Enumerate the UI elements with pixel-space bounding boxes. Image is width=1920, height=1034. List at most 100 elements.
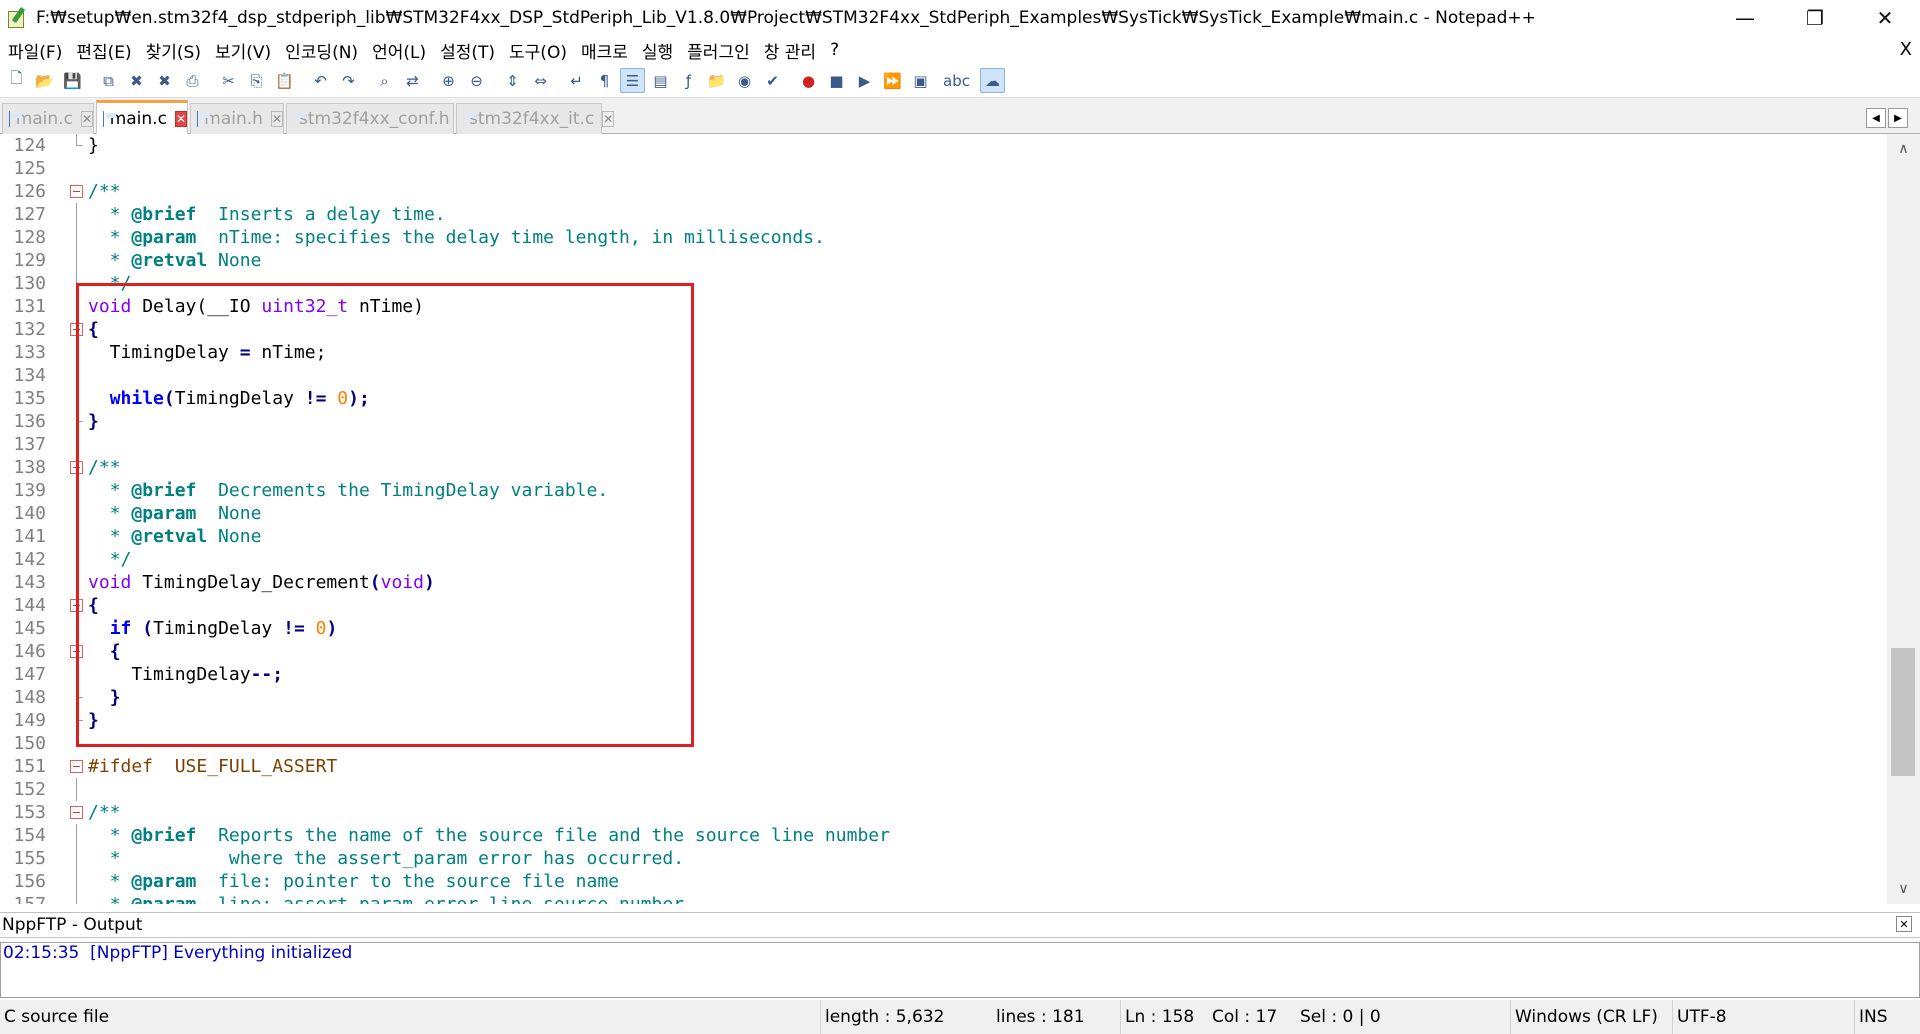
tab-scroll-left-button[interactable]: ◀	[1866, 108, 1886, 128]
code-line[interactable]: 141 * @retval None	[0, 525, 1887, 548]
code-line[interactable]: 127 * @brief Inserts a delay time.	[0, 203, 1887, 226]
zoom-out-icon[interactable]: ⊖	[464, 68, 489, 93]
code-line[interactable]: 129 * @retval None	[0, 249, 1887, 272]
fold-marker[interactable]	[70, 640, 84, 663]
output-panel-close-button[interactable]: ✕	[1896, 916, 1912, 932]
fold-marker[interactable]	[70, 456, 84, 479]
tab-scroll-right-button[interactable]: ▶	[1888, 108, 1908, 128]
code-line[interactable]: 149}	[0, 709, 1887, 732]
close-window-button[interactable]: ✕	[1850, 0, 1920, 36]
scrollbar-thumb[interactable]	[1891, 648, 1915, 776]
menu-item-11[interactable]: 창 관리	[756, 38, 822, 63]
spell-check-icon[interactable]: ✔	[760, 68, 785, 93]
menu-item-8[interactable]: 매크로	[573, 38, 634, 63]
record-macro-icon[interactable]: ●	[796, 68, 821, 93]
menu-item-1[interactable]: 편집(E)	[68, 38, 137, 63]
zoom-in-icon[interactable]: ⊕	[436, 68, 461, 93]
code-line[interactable]: 147 TimingDelay--;	[0, 663, 1887, 686]
save-all-icon[interactable]: ⧉	[96, 68, 121, 93]
tab-0[interactable]: main.c ✕	[2, 103, 94, 134]
fold-marker[interactable]	[70, 318, 84, 341]
code-line[interactable]: 134	[0, 364, 1887, 387]
redo-icon[interactable]: ↷	[336, 68, 361, 93]
fold-marker[interactable]	[70, 180, 84, 203]
tab-1[interactable]: main.c ✕	[96, 100, 188, 134]
close-icon[interactable]: ✖	[124, 68, 149, 93]
status-encoding[interactable]: UTF-8	[1672, 1000, 1727, 1034]
code-line[interactable]: 137	[0, 433, 1887, 456]
menu-item-7[interactable]: 도구(O)	[501, 38, 573, 63]
close-all-icon[interactable]: ✖	[152, 68, 177, 93]
abc-icon[interactable]: abc	[943, 68, 970, 93]
word-wrap-icon[interactable]: ↵	[564, 68, 589, 93]
monitoring-icon[interactable]: ◉	[732, 68, 757, 93]
menu-item-12[interactable]: ?	[822, 40, 845, 60]
ftp-icon[interactable]: ☁	[980, 68, 1005, 93]
code-line[interactable]: 157 * @param line: assert_param error li…	[0, 893, 1887, 904]
vertical-scrollbar[interactable]: ∧ ∨	[1887, 134, 1920, 904]
replace-icon[interactable]: ⇄	[400, 68, 425, 93]
scroll-up-button[interactable]: ∧	[1887, 134, 1920, 164]
code-line[interactable]: 131 void Delay(__IO uint32_t nTime)	[0, 295, 1887, 318]
sync-vertical-icon[interactable]: ⇕	[500, 68, 525, 93]
code-line[interactable]: 139 * @brief Decrements the TimingDelay …	[0, 479, 1887, 502]
play-macro-icon[interactable]: ▶	[852, 68, 877, 93]
code-line[interactable]: 136}	[0, 410, 1887, 433]
code-line[interactable]: 155 * where the assert_param error has o…	[0, 847, 1887, 870]
menu-item-3[interactable]: 보기(V)	[207, 38, 277, 63]
code-line[interactable]: 156 * @param file: pointer to the source…	[0, 870, 1887, 893]
code-line[interactable]: 138 /**	[0, 456, 1887, 479]
status-eol-format[interactable]: Windows (CR LF)	[1510, 1000, 1658, 1034]
save-icon[interactable]: 💾	[60, 68, 85, 93]
code-line[interactable]: 154 * @brief Reports the name of the sou…	[0, 824, 1887, 847]
stop-macro-icon[interactable]: ■	[824, 68, 849, 93]
status-insert-mode[interactable]: INS	[1854, 1000, 1888, 1034]
fold-marker[interactable]	[70, 755, 84, 778]
code-editor[interactable]: 124} 125 126/** 127 * @brief Inserts a dela…	[0, 134, 1887, 904]
menu-item-4[interactable]: 인코딩(N)	[277, 38, 364, 63]
menu-item-6[interactable]: 설정(T)	[432, 38, 501, 63]
tab-3[interactable]: stm32f4xx_conf.h✕	[286, 103, 470, 134]
document-map-icon[interactable]: ▤	[648, 68, 673, 93]
code-line[interactable]: 126 /**	[0, 180, 1887, 203]
paste-icon[interactable]: 📋	[272, 68, 297, 93]
tab-2[interactable]: main.h ✕	[190, 103, 284, 134]
close-tab-icon[interactable]: ✕	[270, 111, 283, 127]
code-line[interactable]: 145 if (TimingDelay != 0)	[0, 617, 1887, 640]
code-line[interactable]: 135 while(TimingDelay != 0);	[0, 387, 1887, 410]
print-icon[interactable]: ⎙	[180, 68, 205, 93]
code-line[interactable]: 144 {	[0, 594, 1887, 617]
close-tab-icon[interactable]: ✕	[80, 111, 93, 127]
code-line[interactable]: 140 * @param None	[0, 502, 1887, 525]
code-line[interactable]: 124}	[0, 134, 1887, 157]
code-line[interactable]: 143 void TimingDelay_Decrement(void)	[0, 571, 1887, 594]
restore-button[interactable]: ❐	[1780, 0, 1850, 36]
open-file-icon[interactable]: 📂	[32, 68, 57, 93]
find-icon[interactable]: ⌕	[372, 68, 397, 93]
run-macro-multiple-icon[interactable]: ⏩	[880, 68, 905, 93]
sync-horizontal-icon[interactable]: ⇔	[528, 68, 553, 93]
code-line[interactable]: 146 {	[0, 640, 1887, 663]
indent-guide-icon[interactable]: ☰	[620, 68, 645, 93]
minimize-button[interactable]: —	[1710, 0, 1780, 36]
code-line[interactable]: 130 */	[0, 272, 1887, 295]
code-line[interactable]: 132 {	[0, 318, 1887, 341]
code-line[interactable]: 133 TimingDelay = nTime;	[0, 341, 1887, 364]
close-tab-icon[interactable]: ✕	[602, 111, 615, 127]
close-tab-icon[interactable]: ✕	[174, 110, 187, 127]
output-panel[interactable]: 02:15:35 [NppFTP] Everything initialized	[0, 942, 1920, 998]
cut-icon[interactable]: ✂	[216, 68, 241, 93]
code-line[interactable]: 148 }	[0, 686, 1887, 709]
code-line[interactable]: 152	[0, 778, 1887, 801]
scroll-down-button[interactable]: ∨	[1887, 874, 1920, 904]
code-line[interactable]: 150	[0, 732, 1887, 755]
copy-icon[interactable]: ⎘	[244, 68, 269, 93]
code-line[interactable]: 153 /**	[0, 801, 1887, 824]
function-list-icon[interactable]: ƒ	[676, 68, 701, 93]
save-macro-icon[interactable]: ▣	[908, 68, 933, 93]
undo-icon[interactable]: ↶	[308, 68, 333, 93]
menu-item-9[interactable]: 실행	[634, 38, 679, 63]
code-line[interactable]: 142 */	[0, 548, 1887, 571]
code-line[interactable]: 151 #ifdef USE_FULL_ASSERT	[0, 755, 1887, 778]
new-file-icon[interactable]: 🗋	[4, 68, 29, 93]
